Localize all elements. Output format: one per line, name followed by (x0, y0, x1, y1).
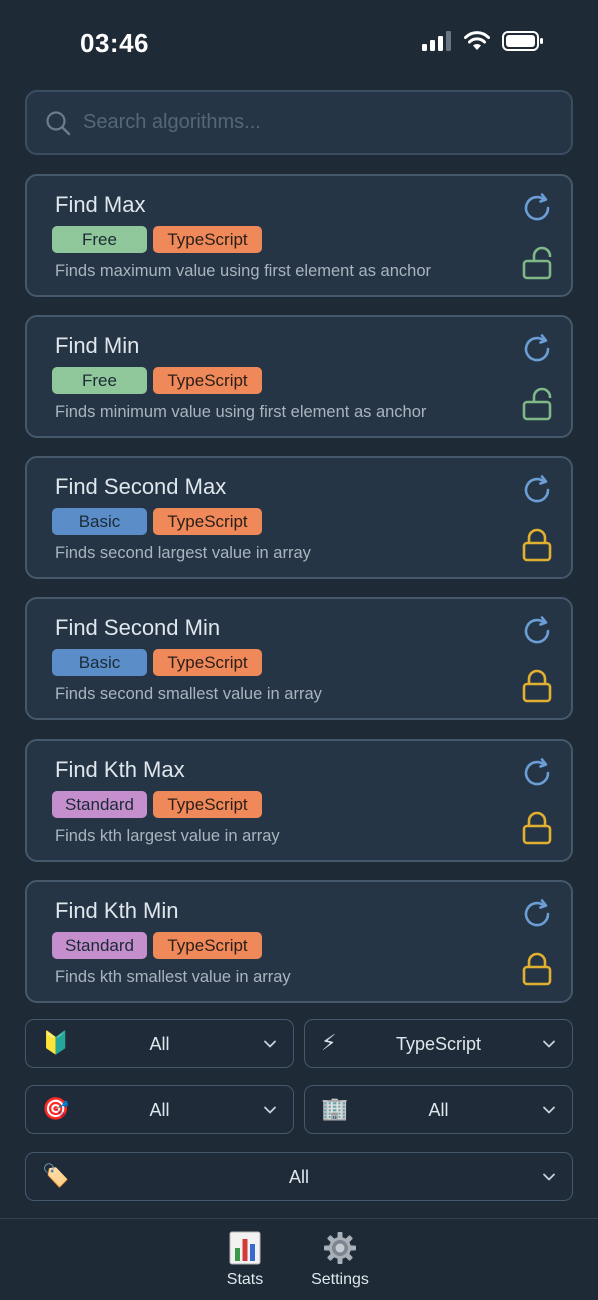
refresh-icon[interactable] (521, 898, 553, 930)
company-filter-dropdown[interactable]: 🏢 All (304, 1085, 573, 1134)
refresh-icon[interactable] (521, 474, 553, 506)
language-badge: TypeScript (153, 508, 262, 535)
chevron-down-icon (264, 1106, 276, 1114)
badge-row: Basic TypeScript (52, 508, 262, 535)
unlock-icon[interactable] (521, 246, 553, 280)
lock-icon[interactable] (521, 669, 553, 703)
badge-row: Basic TypeScript (52, 649, 262, 676)
chevron-down-icon (543, 1106, 555, 1114)
level-badge: Standard (52, 791, 147, 818)
algorithm-card[interactable]: Find Kth Min Standard TypeScript Finds kth … (25, 880, 573, 1003)
algorithm-description: Finds maximum value using first element … (55, 262, 431, 280)
algorithm-description: Finds kth largest value in array (55, 827, 280, 845)
refresh-icon[interactable] (521, 757, 553, 789)
algorithm-card[interactable]: Find Kth Max Standard TypeScript Finds kth … (25, 739, 573, 862)
algorithm-title: Find Second Min (55, 615, 221, 640)
language-badge: TypeScript (153, 367, 262, 394)
language-badge: TypeScript (153, 649, 262, 676)
search-bar[interactable] (25, 90, 573, 155)
algorithm-description: Finds second largest value in array (55, 544, 311, 562)
cellular-signal-icon (422, 31, 451, 51)
lock-icon[interactable] (521, 952, 553, 986)
refresh-icon[interactable] (521, 333, 553, 365)
wifi-icon (464, 31, 490, 50)
lock-icon[interactable] (521, 811, 553, 845)
algorithm-card[interactable]: Find Second Max Basic TypeScript Finds seco… (25, 456, 573, 579)
language-badge: TypeScript (153, 226, 262, 253)
level-badge: Basic (52, 649, 147, 676)
tag-icon: 🏷️ (42, 1163, 70, 1188)
algorithm-title: Find Second Max (55, 474, 227, 499)
target-icon: 🎯 (42, 1096, 70, 1121)
refresh-icon[interactable] (521, 192, 553, 224)
level-badge: Basic (52, 508, 147, 535)
company-filter-value: All (428, 1100, 449, 1120)
gear-icon (324, 1232, 356, 1264)
language-filter-dropdown[interactable]: ⚡ TypeScript (304, 1019, 573, 1068)
building-icon: 🏢 (321, 1096, 349, 1121)
unlock-icon[interactable] (521, 387, 553, 421)
bar-chart-icon (229, 1231, 261, 1265)
status-icons (422, 30, 544, 52)
level-badge: Free (52, 226, 147, 253)
badge-row: Free TypeScript (52, 367, 262, 394)
tab-bar: Stats Settings (0, 1218, 598, 1300)
chevron-down-icon (543, 1173, 555, 1181)
chevron-down-icon (543, 1040, 555, 1048)
search-input[interactable] (83, 111, 523, 134)
badge-row: Standard TypeScript (52, 932, 262, 959)
beginner-symbol-icon: 🔰 (42, 1030, 70, 1055)
battery-icon (502, 31, 543, 51)
algorithm-title: Find Min (55, 333, 140, 358)
level-filter-value: All (149, 1034, 170, 1054)
tab-stats[interactable]: Stats (205, 1231, 285, 1289)
algorithm-title: Find Kth Min (55, 898, 179, 923)
tab-settings[interactable]: Settings (300, 1231, 380, 1289)
level-badge: Free (52, 367, 147, 394)
language-filter-value: TypeScript (395, 1034, 482, 1054)
language-badge: TypeScript (153, 791, 262, 818)
status-time: 03:46 (80, 28, 149, 58)
search-icon (46, 110, 71, 135)
algorithm-description: Finds minimum value using first element … (55, 403, 427, 421)
level-filter-dropdown[interactable]: 🔰 All (25, 1019, 294, 1068)
algorithm-card[interactable]: Find Min Free TypeScript Finds minimum valu… (25, 315, 573, 438)
goal-filter-value: All (149, 1100, 170, 1120)
tag-filter-value: All (288, 1167, 309, 1187)
algorithm-title: Find Kth Max (55, 757, 185, 782)
algorithm-card[interactable]: Find Second Min Basic TypeScript Finds seco… (25, 597, 573, 720)
algorithm-description: Finds second smallest value in array (55, 685, 322, 703)
tab-stats-label: Stats (226, 1271, 264, 1288)
badge-row: Standard TypeScript (52, 791, 262, 818)
chevron-down-icon (264, 1040, 276, 1048)
refresh-icon[interactable] (521, 615, 553, 647)
algorithm-card[interactable]: Find Max Free TypeScript Finds maximum valu… (25, 174, 573, 297)
tab-settings-label: Settings (311, 1271, 369, 1288)
algorithm-title: Find Max (55, 192, 146, 217)
status-bar: 03:46 (0, 0, 598, 86)
goal-filter-dropdown[interactable]: 🎯 All (25, 1085, 294, 1134)
language-badge: TypeScript (153, 932, 262, 959)
lightning-icon: ⚡ (321, 1030, 337, 1055)
badge-row: Free TypeScript (52, 226, 262, 253)
lock-icon[interactable] (521, 528, 553, 562)
tag-filter-dropdown[interactable]: 🏷️ All (25, 1152, 573, 1201)
level-badge: Standard (52, 932, 147, 959)
algorithm-description: Finds kth smallest value in array (55, 968, 291, 986)
